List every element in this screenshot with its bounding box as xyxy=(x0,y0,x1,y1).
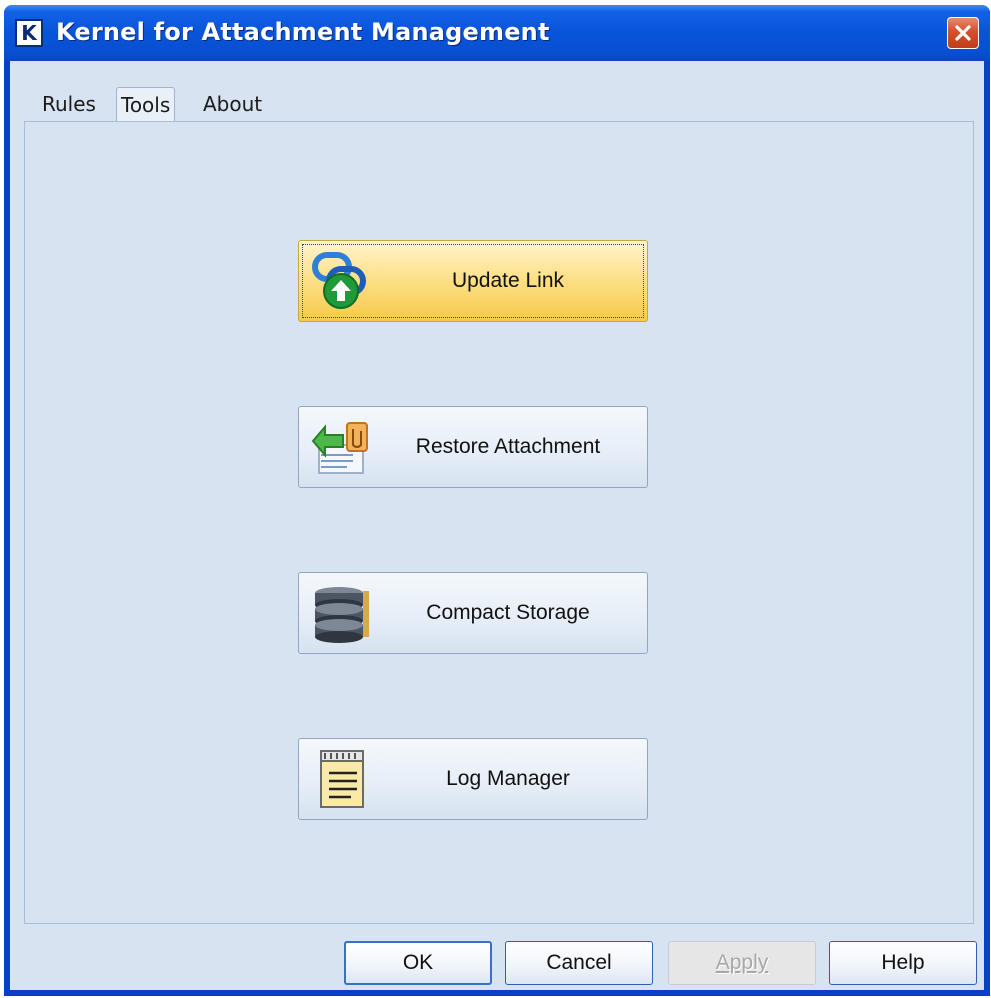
restore-attachment-icon xyxy=(311,422,368,474)
app-logo-letter: K xyxy=(21,21,37,45)
log-manager-label: Log Manager xyxy=(446,767,570,790)
help-button[interactable]: Help xyxy=(829,941,977,985)
cancel-button-label: Cancel xyxy=(546,951,612,974)
tools-tab-panel: Update Link Restore Attachment Compact S… xyxy=(24,121,974,924)
cancel-button[interactable]: Cancel xyxy=(505,941,653,985)
tab-about[interactable]: About xyxy=(199,87,266,121)
compact-storage-label: Compact Storage xyxy=(426,601,590,624)
title-bar[interactable]: K Kernel for Attachment Management xyxy=(4,5,990,61)
notepad-icon xyxy=(320,750,364,808)
compact-storage-button[interactable]: Compact Storage xyxy=(298,572,648,654)
storage-stack-icon xyxy=(315,587,369,643)
restore-attachment-button[interactable]: Restore Attachment xyxy=(298,406,648,488)
update-link-button[interactable]: Update Link xyxy=(298,240,648,322)
app-logo-icon[interactable]: K xyxy=(15,19,43,47)
help-button-label: Help xyxy=(881,951,925,974)
dialog-window: K Kernel for Attachment Management Rules… xyxy=(4,5,990,996)
ok-button[interactable]: OK xyxy=(344,941,492,985)
close-icon xyxy=(955,25,971,41)
window-title: Kernel for Attachment Management xyxy=(56,18,550,46)
log-manager-button[interactable]: Log Manager xyxy=(298,738,648,820)
tab-rules[interactable]: Rules xyxy=(38,87,100,121)
restore-attachment-label: Restore Attachment xyxy=(415,435,601,458)
dialog-client-area: Rules Tools About Update Link Restore At… xyxy=(10,61,984,990)
close-button[interactable] xyxy=(947,17,979,49)
ok-button-label: OK xyxy=(402,951,434,974)
apply-button[interactable]: Apply xyxy=(668,941,816,985)
update-link-label: Update Link xyxy=(451,269,565,292)
tab-tools[interactable]: Tools xyxy=(116,87,176,122)
apply-button-label: Apply xyxy=(715,951,769,974)
link-upload-icon xyxy=(312,252,366,309)
